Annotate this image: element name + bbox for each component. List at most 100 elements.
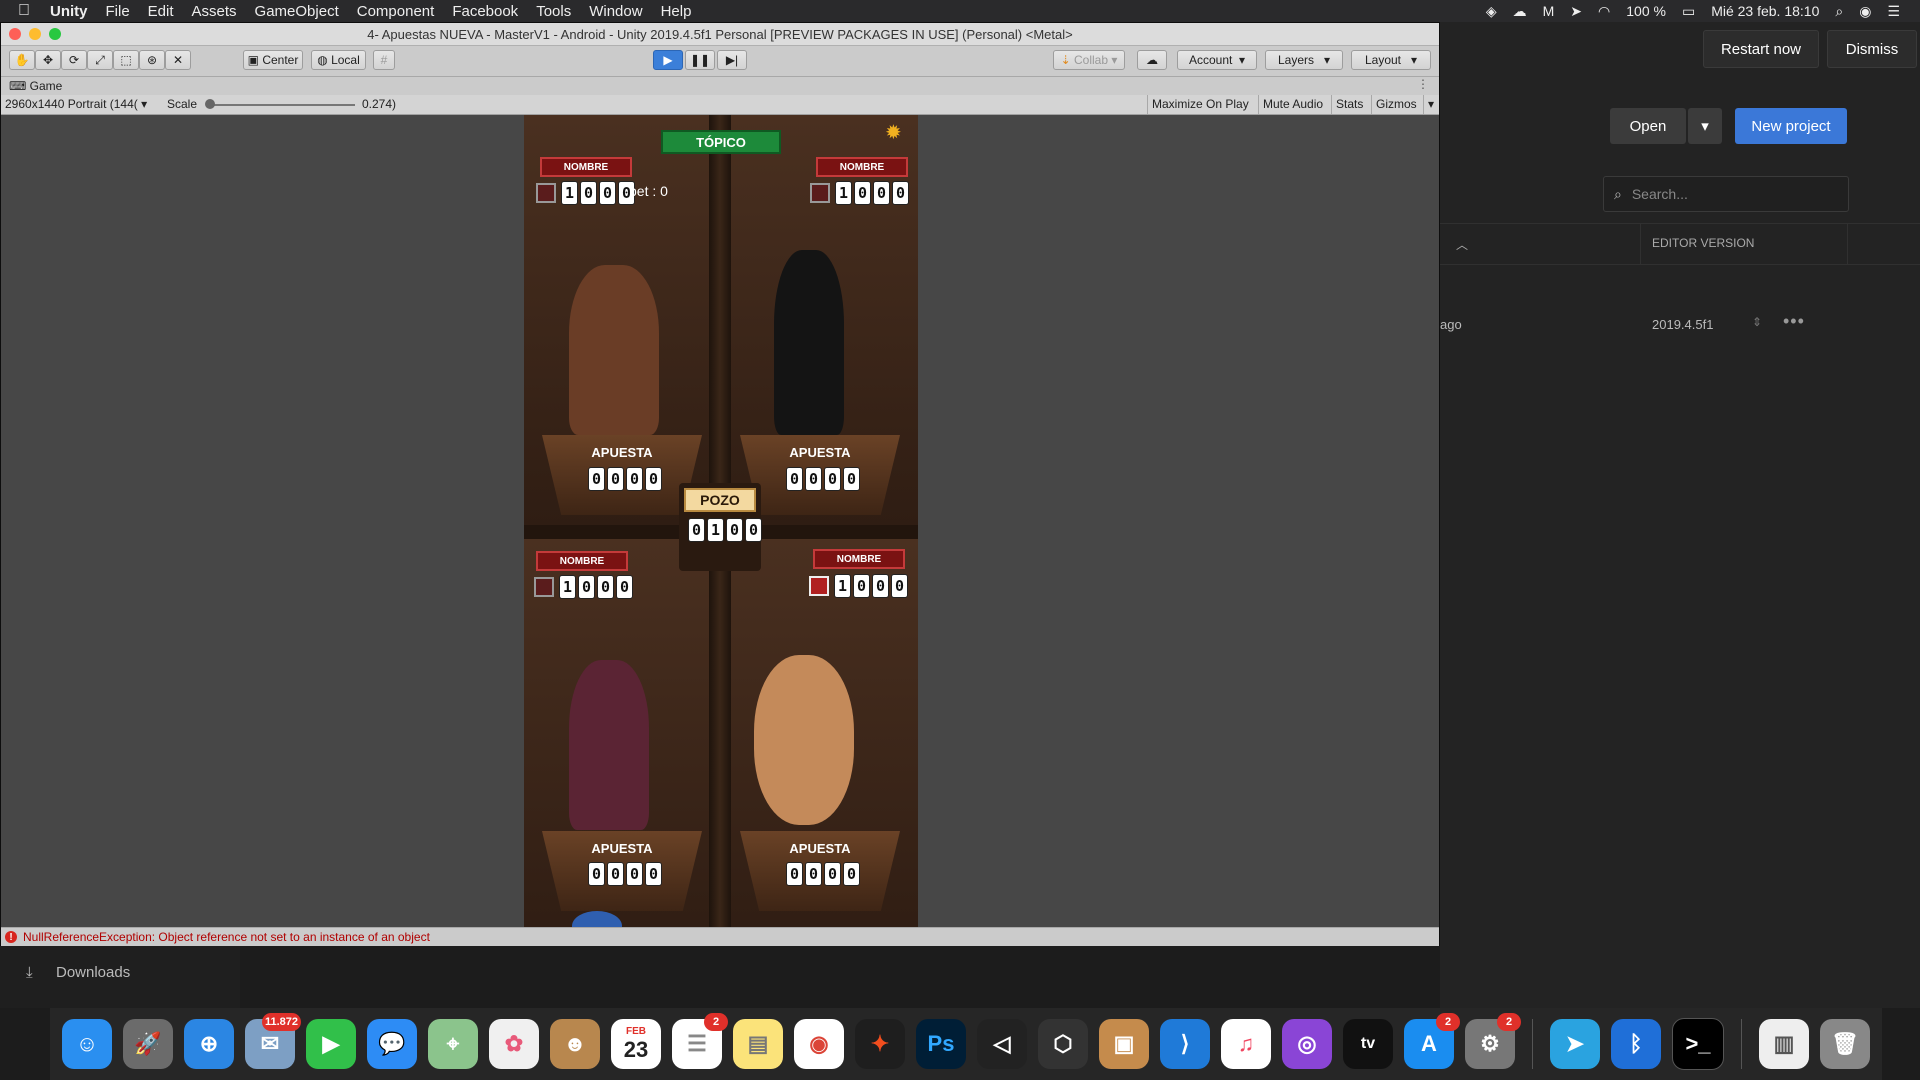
chrome-icon[interactable]: ◉ bbox=[794, 1019, 844, 1069]
settings-gear-icon[interactable]: ✹ bbox=[885, 123, 905, 143]
vscode-icon[interactable]: ⟩ bbox=[1160, 1019, 1210, 1069]
music-icon[interactable]: ♫ bbox=[1221, 1019, 1271, 1069]
pivot-local-button[interactable]: ◍ Local bbox=[311, 50, 366, 70]
downloads-panel[interactable]: ⤓ Downloads bbox=[0, 946, 240, 1008]
trash-icon[interactable]: 🗑 bbox=[1820, 1019, 1870, 1069]
menu-gameobject[interactable]: GameObject bbox=[255, 3, 339, 20]
open-dropdown-button[interactable]: ▾ bbox=[1688, 108, 1722, 144]
layout-dropdown[interactable]: Layout ▾ bbox=[1351, 50, 1431, 70]
custom-tool-button[interactable]: ✕ bbox=[165, 50, 191, 70]
gizmos-dropdown-icon[interactable]: ▾ bbox=[1423, 95, 1438, 114]
wifi-icon[interactable]: ◠ bbox=[1598, 3, 1610, 20]
snap-button[interactable]: # bbox=[373, 50, 395, 70]
podcasts-icon[interactable]: ◎ bbox=[1282, 1019, 1332, 1069]
scale-slider-handle[interactable] bbox=[205, 99, 215, 109]
unity-hub-icon[interactable]: ⬡ bbox=[1038, 1019, 1088, 1069]
clock[interactable]: Mié 23 feb. 18:10 bbox=[1711, 3, 1819, 19]
launchpad-icon[interactable]: 🚀 bbox=[123, 1019, 173, 1069]
play-button[interactable]: ▶ bbox=[653, 50, 683, 70]
column-editor-version[interactable]: EDITOR VERSION bbox=[1652, 236, 1754, 250]
account-dropdown[interactable]: Account ▾ bbox=[1177, 50, 1257, 70]
version-select-icon[interactable]: ⇕ bbox=[1752, 315, 1762, 329]
figma-icon[interactable]: ✦ bbox=[855, 1019, 905, 1069]
safari-icon[interactable]: ⊕ bbox=[184, 1019, 234, 1069]
unity-icon[interactable]: ◁ bbox=[977, 1019, 1027, 1069]
menu-edit[interactable]: Edit bbox=[148, 3, 174, 20]
tab-menu-icon[interactable]: ⋮ bbox=[1417, 77, 1429, 91]
messages-icon[interactable]: 💬 bbox=[367, 1019, 417, 1069]
facetime-icon[interactable]: ▶ bbox=[306, 1019, 356, 1069]
tab-game[interactable]: ⌨ Game bbox=[9, 79, 62, 93]
app-store-icon[interactable]: A2 bbox=[1404, 1013, 1460, 1069]
unity-tray-icon[interactable]: ◈ bbox=[1486, 3, 1497, 20]
chip-icon bbox=[810, 183, 830, 203]
resolution-dropdown[interactable]: 2960x1440 Portrait (144( ▾ bbox=[5, 97, 147, 111]
rect-tool-button[interactable]: ⬚ bbox=[113, 50, 139, 70]
mute-audio-toggle[interactable]: Mute Audio bbox=[1258, 95, 1327, 114]
reminders-icon[interactable]: ☰ 2 bbox=[672, 1013, 728, 1069]
finder-icon[interactable]: ☺ bbox=[62, 1019, 112, 1069]
scale-tool-button[interactable]: ⤢ bbox=[87, 50, 113, 70]
character-young-man bbox=[569, 660, 649, 830]
menu-facebook[interactable]: Facebook bbox=[452, 3, 518, 20]
photoshop-icon[interactable]: Ps bbox=[916, 1019, 966, 1069]
calendar-icon[interactable]: FEB 23 bbox=[611, 1019, 661, 1069]
zoom-window-button[interactable] bbox=[49, 28, 61, 40]
step-button[interactable]: ▶| bbox=[717, 50, 747, 70]
collab-dropdown[interactable]: ⇣ Collab ▾ bbox=[1053, 50, 1125, 70]
pivot-center-button[interactable]: ▣ Center bbox=[243, 50, 303, 70]
sort-ascending-icon[interactable]: ︿ bbox=[1456, 236, 1468, 253]
menu-tools[interactable]: Tools bbox=[536, 3, 571, 20]
cloud-button[interactable]: ☁ bbox=[1137, 50, 1167, 70]
menu-app-unity[interactable]: Unity bbox=[50, 3, 88, 20]
terminal-icon[interactable]: >_ bbox=[1672, 1018, 1724, 1070]
battery-icon[interactable]: ▭ bbox=[1682, 3, 1695, 20]
scale-slider-track[interactable] bbox=[209, 104, 355, 106]
move-tool-button[interactable]: ✥ bbox=[35, 50, 61, 70]
notes-icon[interactable]: ▤ bbox=[733, 1019, 783, 1069]
transform-tool-button[interactable]: ⊛ bbox=[139, 50, 165, 70]
rotate-tool-button[interactable]: ⟳ bbox=[61, 50, 87, 70]
siri-icon[interactable]: ◉ bbox=[1859, 3, 1871, 20]
more-options-icon[interactable]: ••• bbox=[1783, 311, 1805, 332]
gizmos-toggle[interactable]: Gizmos bbox=[1371, 95, 1421, 114]
restart-now-button[interactable]: Restart now bbox=[1703, 30, 1819, 68]
dismiss-button[interactable]: Dismiss bbox=[1827, 30, 1917, 68]
telegram-icon[interactable]: ➤ bbox=[1550, 1019, 1600, 1069]
project-row[interactable]: ago 2019.4.5f1 ⇕ ••• bbox=[1440, 305, 1920, 345]
control-center-icon[interactable]: ☰ bbox=[1887, 3, 1900, 20]
m-tray-icon[interactable]: M bbox=[1543, 3, 1555, 19]
game-render[interactable]: TÓPICO ✹ NOMBRE 1 0 0 0 bet : 0 NOMBRE 1… bbox=[524, 115, 918, 927]
layers-dropdown[interactable]: Layers ▾ bbox=[1265, 50, 1343, 70]
menu-window[interactable]: Window bbox=[589, 3, 642, 20]
stats-toggle[interactable]: Stats bbox=[1331, 95, 1367, 114]
menu-assets[interactable]: Assets bbox=[192, 3, 237, 20]
apple-menu-icon[interactable]:  bbox=[18, 2, 36, 20]
pause-button[interactable]: ❚❚ bbox=[685, 50, 715, 70]
mail-icon[interactable]: ✉ 11.872 bbox=[245, 1013, 301, 1069]
box-app-icon[interactable]: ▣ bbox=[1099, 1019, 1149, 1069]
hand-tool-button[interactable]: ✋ bbox=[9, 50, 35, 70]
maximize-on-play-toggle[interactable]: Maximize On Play bbox=[1147, 95, 1253, 114]
menu-help[interactable]: Help bbox=[661, 3, 692, 20]
menu-file[interactable]: File bbox=[106, 3, 130, 20]
contacts-icon[interactable]: ☻ bbox=[550, 1019, 600, 1069]
photos-icon[interactable]: ✿ bbox=[489, 1019, 539, 1069]
menu-component[interactable]: Component bbox=[357, 3, 435, 20]
creative-cloud-icon[interactable]: ☁ bbox=[1513, 3, 1527, 20]
telegram-tray-icon[interactable]: ➤ bbox=[1570, 3, 1582, 20]
close-window-button[interactable] bbox=[9, 28, 21, 40]
minimize-window-button[interactable] bbox=[29, 28, 41, 40]
apple-tv-icon[interactable]: tv bbox=[1343, 1019, 1393, 1069]
battery-label[interactable]: 100 % bbox=[1626, 3, 1666, 19]
search-field[interactable]: ⌕ Search... bbox=[1603, 176, 1849, 212]
bluetooth-icon[interactable]: ᛒ bbox=[1611, 1019, 1661, 1069]
console-status-bar[interactable]: ! NullReferenceException: Object referen… bbox=[1, 927, 1439, 946]
spotlight-icon[interactable]: ⌕ bbox=[1835, 3, 1843, 20]
system-preferences-icon[interactable]: ⚙ 2 bbox=[1465, 1013, 1521, 1069]
game-view[interactable]: TÓPICO ✹ NOMBRE 1 0 0 0 bet : 0 NOMBRE 1… bbox=[1, 115, 1439, 927]
open-button[interactable]: Open bbox=[1610, 108, 1686, 144]
maps-icon[interactable]: ⌖ bbox=[428, 1019, 478, 1069]
archive-icon[interactable]: ▥ bbox=[1759, 1019, 1809, 1069]
new-project-button[interactable]: New project bbox=[1735, 108, 1847, 144]
